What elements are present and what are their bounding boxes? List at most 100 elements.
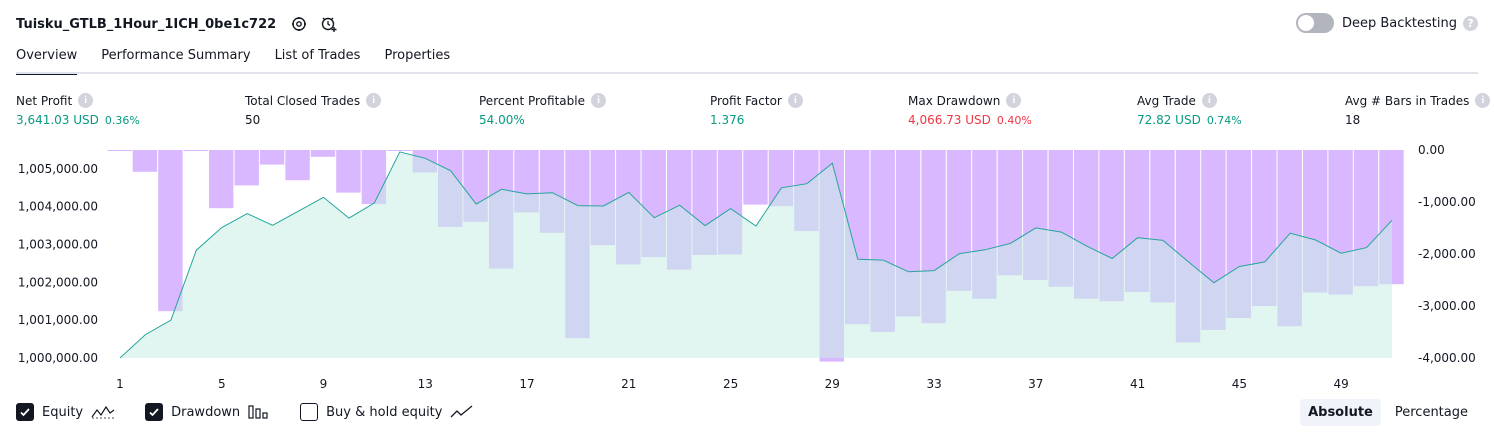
metric-value: 50 <box>245 113 261 127</box>
deep-backtesting-label: Deep Backtesting <box>1341 15 1457 31</box>
legend-buy-hold[interactable]: Buy & hold equity <box>300 403 474 421</box>
y-right-tick-label: -1,000.00 <box>1418 195 1476 209</box>
drawdown-bar <box>107 150 132 151</box>
x-tick-label: 5 <box>218 377 226 390</box>
percentage-button[interactable]: Percentage <box>1387 399 1476 426</box>
x-tick-label: 13 <box>418 377 433 390</box>
tab-overview[interactable]: Overview <box>16 45 78 75</box>
chart-legend: Equity Drawdown Buy & hold equity <box>16 403 504 421</box>
tabs-divider <box>16 72 1478 74</box>
y-axis-right: 0.00 -1,000.00 -2,000.00 -3,000.00 -4,000.00 <box>1418 143 1476 365</box>
y-left-tick-label: 1,001,000.00 <box>18 313 98 327</box>
metric-value: 18 <box>1345 113 1361 127</box>
drawdown-bar <box>743 150 768 205</box>
y-left-tick-label: 1,002,000.00 <box>18 275 98 289</box>
metric-value: 3,641.03 USD <box>16 113 99 127</box>
x-tick-label: 33 <box>926 377 941 390</box>
metric-percent: 0.74% <box>1206 114 1242 127</box>
add-alert-icon[interactable] <box>318 13 340 35</box>
metric-label: Net Profit <box>16 93 73 108</box>
x-tick-label: 21 <box>621 377 636 390</box>
metric-label: Avg # Bars in Trades <box>1345 93 1470 108</box>
legend-drawdown[interactable]: Drawdown <box>145 403 270 421</box>
drawdown-bar <box>158 150 183 312</box>
x-tick-label: 37 <box>1028 377 1043 390</box>
absolute-button[interactable]: Absolute <box>1300 399 1381 426</box>
metric-max-drawdown: Max Drawdown i 4,066.73 USD 0.40% <box>908 93 1032 127</box>
metric-profit-factor: Profit Factor i 1.376 <box>710 93 803 127</box>
info-icon[interactable]: i <box>1006 93 1022 108</box>
drawdown-bars-icon <box>248 405 270 419</box>
y-right-tick-label: -2,000.00 <box>1418 247 1476 261</box>
equity-drawdown-chart[interactable]: 1,000,000.00 1,001,000.00 1,002,000.00 1,00… <box>0 140 1494 390</box>
info-icon[interactable]: i <box>78 93 94 108</box>
tab-properties[interactable]: Properties <box>384 45 450 75</box>
settings-icon[interactable] <box>288 13 310 35</box>
metric-label: Profit Factor <box>710 93 782 108</box>
tab-performance-summary[interactable]: Performance Summary <box>101 45 250 75</box>
info-icon[interactable]: i <box>787 93 803 108</box>
drawdown-bar <box>387 150 412 151</box>
metric-avg-trade: Avg Trade i 72.82 USD 0.74% <box>1137 93 1242 127</box>
legend-equity[interactable]: Equity <box>16 403 115 421</box>
metric-percent-profitable: Percent Profitable i 54.00% <box>479 93 606 127</box>
info-icon[interactable]: i <box>1475 93 1491 108</box>
x-tick-label: 9 <box>320 377 328 390</box>
drawdown-bar <box>310 150 336 157</box>
deep-backtesting-control: Deep Backtesting ? <box>1295 13 1478 33</box>
legend-label: Buy & hold equity <box>326 404 443 420</box>
drawdown-bar <box>132 150 158 172</box>
equity-checkbox[interactable] <box>16 403 34 421</box>
y-left-tick-label: 1,004,000.00 <box>18 200 98 214</box>
info-icon[interactable]: i <box>1201 93 1217 108</box>
help-icon[interactable]: ? <box>1463 15 1478 31</box>
metric-value: 1.376 <box>710 113 745 127</box>
metrics-row: Net Profit i 3,641.03 USD 0.36% Total Clos… <box>0 93 1494 133</box>
y-left-tick-label: 1,005,000.00 <box>18 162 98 176</box>
strategy-name: Tuisku_GTLB_1Hour_1ICH_0be1c722 <box>16 16 277 32</box>
x-tick-label: 25 <box>723 377 738 390</box>
metric-value: 54.00% <box>479 113 525 127</box>
metric-value: 72.82 USD <box>1137 113 1201 127</box>
metric-net-profit: Net Profit i 3,641.03 USD 0.36% <box>16 93 140 127</box>
y-right-tick-label: 0.00 <box>1418 143 1445 157</box>
buy-hold-line-icon <box>450 405 474 419</box>
y-right-tick-label: -3,000.00 <box>1418 299 1476 313</box>
y-left-tick-label: 1,000,000.00 <box>18 351 98 365</box>
metric-percent: 0.36% <box>104 114 140 127</box>
x-tick-label: 49 <box>1333 377 1348 390</box>
tab-list-of-trades[interactable]: List of Trades <box>275 45 361 75</box>
y-right-tick-label: -4,000.00 <box>1418 351 1476 365</box>
deep-backtesting-toggle[interactable] <box>1295 13 1334 33</box>
metric-label: Percent Profitable <box>479 93 585 108</box>
x-tick-label: 45 <box>1232 377 1247 390</box>
x-tick-label: 1 <box>116 377 124 390</box>
x-tick-label: 29 <box>825 377 840 390</box>
drawdown-bar <box>234 150 259 186</box>
drawdown-bar <box>259 150 285 165</box>
y-axis-left: 1,000,000.00 1,001,000.00 1,002,000.00 1,00… <box>18 162 98 365</box>
metric-total-closed-trades: Total Closed Trades i 50 <box>245 93 382 127</box>
drawdown-bar <box>285 150 310 181</box>
metric-label: Total Closed Trades <box>245 93 361 108</box>
buy-hold-checkbox[interactable] <box>300 403 319 421</box>
drawdown-bar <box>183 150 208 151</box>
metric-value: 4,066.73 USD <box>908 113 991 127</box>
drawdown-bar <box>336 150 361 193</box>
drawdown-checkbox[interactable] <box>145 403 164 421</box>
metric-avg-bars: Avg # Bars in Trades i 18 <box>1345 93 1491 127</box>
legend-label: Equity <box>42 404 84 420</box>
equity-line-icon <box>91 405 115 419</box>
metric-percent: 0.40% <box>996 114 1032 127</box>
strategy-header: Tuisku_GTLB_1Hour_1ICH_0be1c722 <box>16 12 340 36</box>
metric-label: Avg Trade <box>1137 93 1196 108</box>
x-tick-label: 17 <box>519 377 534 390</box>
legend-label: Drawdown <box>171 404 241 420</box>
info-icon[interactable]: i <box>590 93 606 108</box>
metric-label: Max Drawdown <box>908 93 1001 108</box>
tab-bar: Overview Performance Summary List of Tra… <box>16 45 474 75</box>
drawdown-bar <box>209 150 234 209</box>
info-icon[interactable]: i <box>366 93 382 108</box>
x-axis: 1 5 9 13 17 21 25 29 33 37 41 45 49 <box>116 377 1349 390</box>
y-left-tick-label: 1,003,000.00 <box>18 238 98 252</box>
